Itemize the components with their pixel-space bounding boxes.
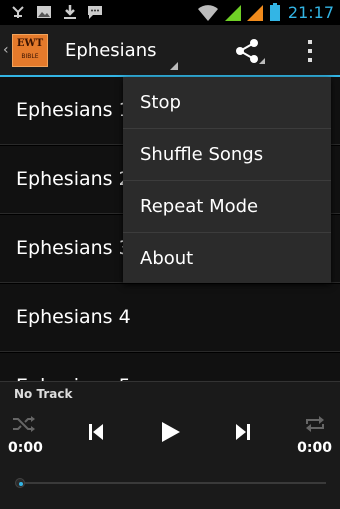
shuffle-icon[interactable] [12,415,36,433]
next-track-icon[interactable] [234,422,252,442]
menu-item-label: Stop [140,92,181,113]
duration-time: 0:00 [297,440,332,456]
download-icon [64,5,76,19]
menu-item-shuffle-songs[interactable]: Shuffle Songs [123,129,331,181]
message-icon [88,6,102,19]
battery-icon [270,3,280,21]
share-button[interactable] [232,37,266,65]
menu-item-about[interactable]: About [123,233,331,285]
logo-text-top: EWT [16,38,44,49]
status-bar: 21:17 [0,0,340,25]
seek-thumb-dot [19,482,23,486]
image-icon [37,6,51,18]
previous-track-icon[interactable] [87,422,105,442]
menu-item-label: Shuffle Songs [140,144,264,165]
logo-text-bottom: BIBLE [21,53,39,60]
back-caret-icon[interactable]: ‹ [3,42,9,58]
status-time: 21:17 [287,3,334,22]
app-logo[interactable]: EWT BIBLE [12,34,48,67]
track-name: No Track [14,387,73,401]
seek-bar[interactable] [16,482,326,484]
elapsed-time: 0:00 [8,440,43,456]
wifi-icon [198,5,218,21]
page-title[interactable]: Ephesians [65,40,156,61]
menu-item-repeat-mode[interactable]: Repeat Mode [123,181,331,233]
menu-item-label: Repeat Mode [140,196,259,217]
overflow-menu-button[interactable] [300,37,320,65]
action-bar: ‹ EWT BIBLE Ephesians [0,25,340,76]
play-icon[interactable] [158,420,182,444]
list-item-label: Ephesians 3 [16,237,131,259]
menu-item-stop[interactable]: Stop [123,77,331,129]
more-vertical-icon [308,40,312,62]
signal-icon [225,5,241,21]
share-icon [236,39,265,64]
repeat-icon[interactable] [304,415,326,433]
list-item-label: Ephesians 2 [16,168,131,190]
list-item-label: Ephesians 1 [16,99,131,121]
dropdown-corner-icon [170,62,178,70]
list-item[interactable]: Ephesians 4 [0,284,340,352]
list-item-label: Ephesians 4 [16,306,131,328]
seek-thumb[interactable] [15,478,25,488]
signal-icon-2 [247,5,263,21]
menu-item-label: About [140,248,194,269]
overflow-menu: Stop Shuffle Songs Repeat Mode About [123,77,331,283]
usb-icon [12,6,24,18]
media-player: No Track 0:00 0:00 [0,381,340,509]
